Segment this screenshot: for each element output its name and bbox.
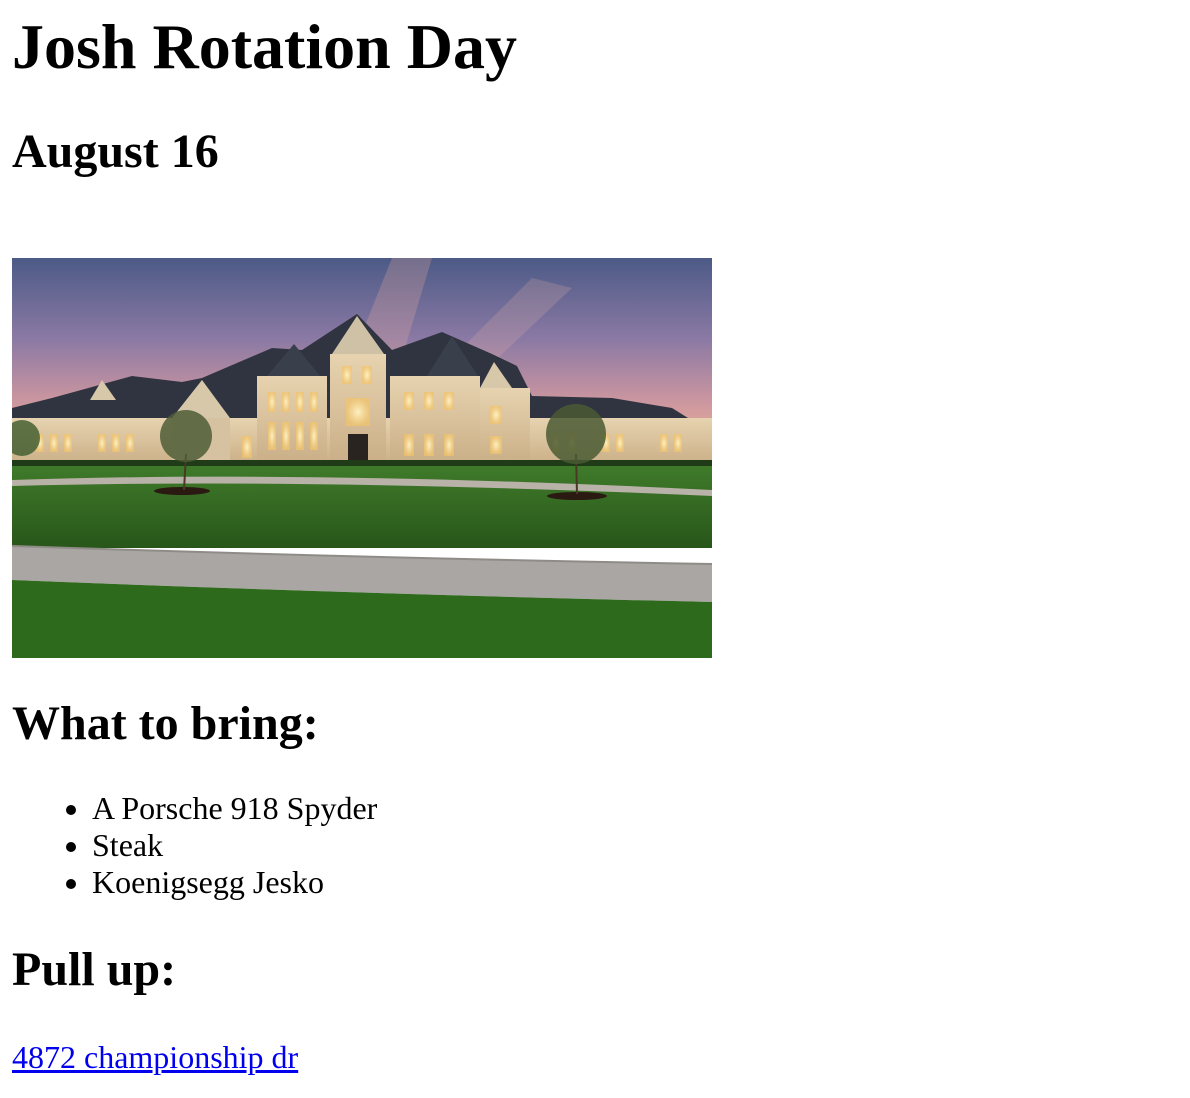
bring-list: A Porsche 918 Spyder Steak Koenigsegg Je…: [12, 790, 377, 901]
list-item: Steak: [92, 827, 377, 864]
address-link[interactable]: 4872 championship dr: [12, 1037, 298, 1077]
page-title: Josh Rotation Day: [12, 11, 517, 82]
pull-up-heading: Pull up:: [12, 943, 177, 996]
what-to-bring-heading: What to bring:: [12, 697, 319, 750]
event-date: August 16: [12, 125, 219, 178]
list-item: Koenigsegg Jesko: [92, 864, 377, 901]
mansion-photo: [12, 258, 712, 658]
list-item: A Porsche 918 Spyder: [92, 790, 377, 827]
